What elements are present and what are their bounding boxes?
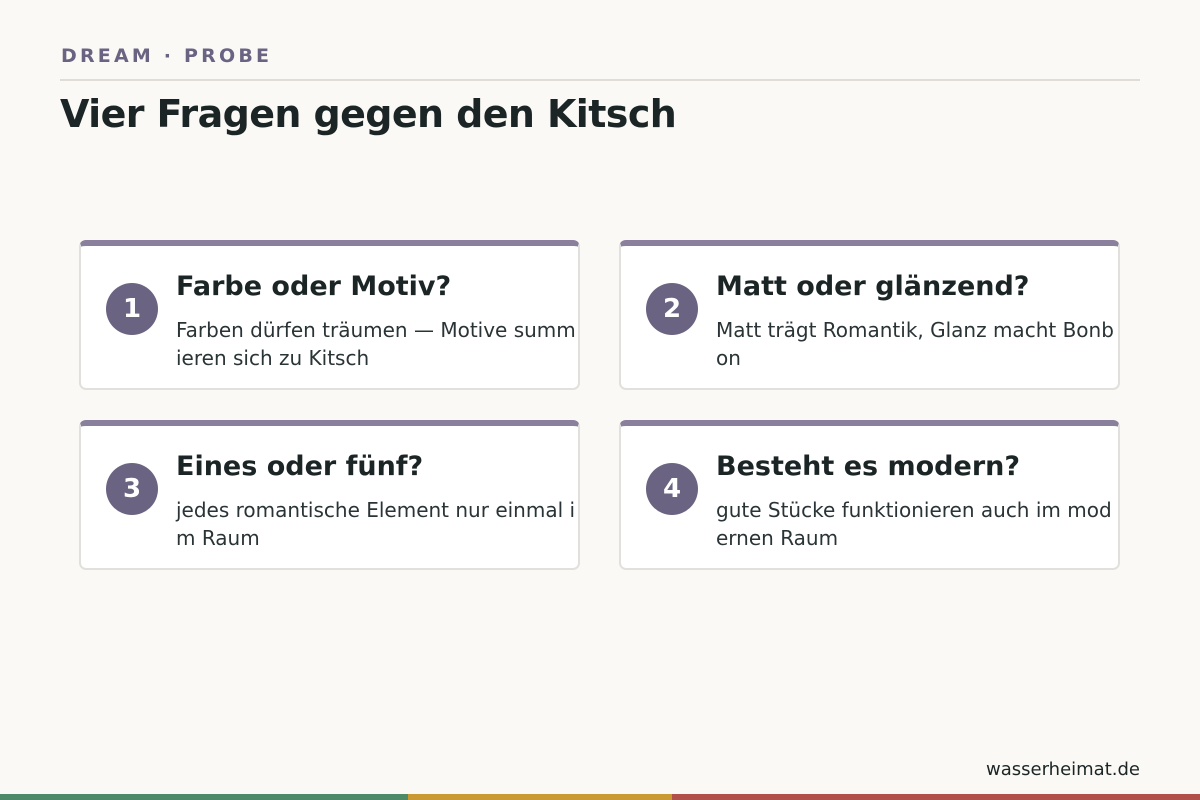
number-badge: 3	[106, 463, 158, 515]
stripe-segment-yellow	[408, 794, 672, 800]
kicker: DREAM · PROBE	[61, 45, 273, 67]
question-card-3: 3 Eines oder fünf? jedes romantische Ele…	[79, 420, 580, 570]
question-card-4: 4 Besteht es modern? gute Stücke funktio…	[619, 420, 1120, 570]
question-card-1: 1 Farbe oder Motiv? Farben dürfen träume…	[79, 240, 580, 390]
number-badge: 2	[646, 283, 698, 335]
stripe-segment-green	[0, 794, 408, 800]
footer-site-link[interactable]: wasserheimat.de	[986, 759, 1140, 780]
card-answer: gute Stücke funktionieren auch im modern…	[716, 498, 1112, 550]
card-question: Besteht es modern?	[716, 451, 1021, 482]
question-card-2: 2 Matt oder glänzend? Matt trägt Romanti…	[619, 240, 1120, 390]
card-question: Eines oder fünf?	[176, 451, 424, 482]
card-answer: jedes romantische Element nur einmal im …	[176, 498, 576, 550]
card-answer: Farben dürfen träumen — Motive summieren…	[176, 318, 576, 370]
header-divider	[60, 79, 1140, 81]
stripe-segment-red	[672, 794, 1200, 800]
card-answer: Matt trägt Romantik, Glanz macht Bonbon	[716, 318, 1114, 370]
card-question: Farbe oder Motiv?	[176, 271, 452, 302]
color-stripe	[0, 794, 1200, 800]
number-badge: 4	[646, 463, 698, 515]
card-question: Matt oder glänzend?	[716, 271, 1030, 302]
number-badge: 1	[106, 283, 158, 335]
page-title: Vier Fragen gegen den Kitsch	[60, 92, 677, 136]
